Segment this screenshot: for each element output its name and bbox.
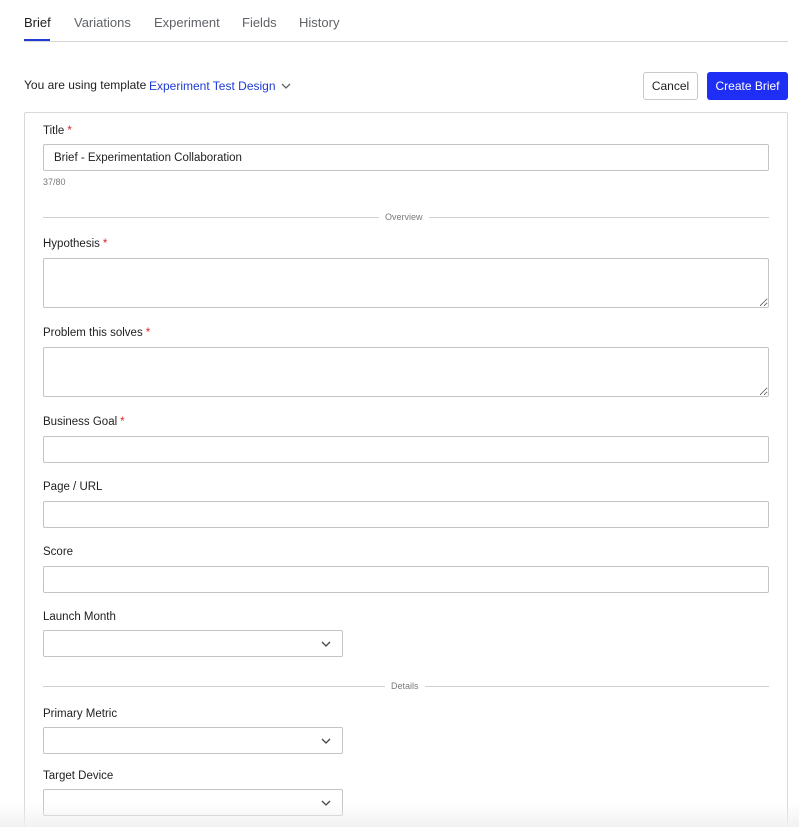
score-input[interactable]	[43, 566, 769, 593]
page-url-label: Page / URL	[43, 481, 103, 493]
launch-month-select[interactable]	[43, 630, 343, 657]
primary-metric-select[interactable]	[43, 727, 343, 754]
business-goal-input[interactable]	[43, 436, 769, 463]
details-heading: Details	[385, 681, 425, 691]
target-device-select[interactable]	[43, 789, 343, 816]
tab-history[interactable]: History	[299, 15, 339, 30]
chevron-down-icon	[321, 641, 331, 647]
required-marker: *	[102, 238, 108, 250]
overview-heading: Overview	[379, 212, 429, 222]
required-marker: *	[120, 416, 125, 428]
required-marker: *	[67, 125, 72, 137]
primary-metric-label: Primary Metric	[43, 708, 118, 720]
active-tab-indicator	[24, 39, 50, 41]
chevron-down-icon	[321, 738, 331, 744]
target-device-label: Target Device	[43, 770, 114, 782]
title-label: Title *	[43, 125, 72, 137]
tab-bar: Brief Variations Experiment Fields Histo…	[24, 0, 788, 42]
chevron-down-icon[interactable]	[280, 80, 292, 92]
hypothesis-textarea[interactable]	[43, 258, 769, 308]
cancel-button[interactable]: Cancel	[643, 72, 698, 100]
page-url-input[interactable]	[43, 501, 769, 528]
score-label: Score	[43, 546, 74, 558]
chevron-down-icon	[321, 800, 331, 806]
launch-month-label: Launch Month	[43, 611, 116, 623]
hypothesis-label: Hypothesis *	[43, 238, 108, 250]
tab-brief[interactable]: Brief	[24, 15, 51, 30]
problem-label: Problem this solves *	[43, 327, 151, 339]
business-goal-label: Business Goal *	[43, 416, 125, 428]
title-char-counter: 37/80	[43, 177, 66, 187]
tab-variations[interactable]: Variations	[74, 15, 131, 30]
create-brief-button[interactable]: Create Brief	[707, 72, 788, 100]
tab-experiment[interactable]: Experiment	[154, 15, 220, 30]
required-marker: *	[145, 327, 151, 339]
tab-fields[interactable]: Fields	[242, 15, 277, 30]
template-prefix-text: You are using template	[24, 78, 147, 92]
title-input[interactable]	[43, 144, 769, 171]
template-selector[interactable]: Experiment Test Design	[149, 79, 276, 93]
problem-textarea[interactable]	[43, 347, 769, 397]
